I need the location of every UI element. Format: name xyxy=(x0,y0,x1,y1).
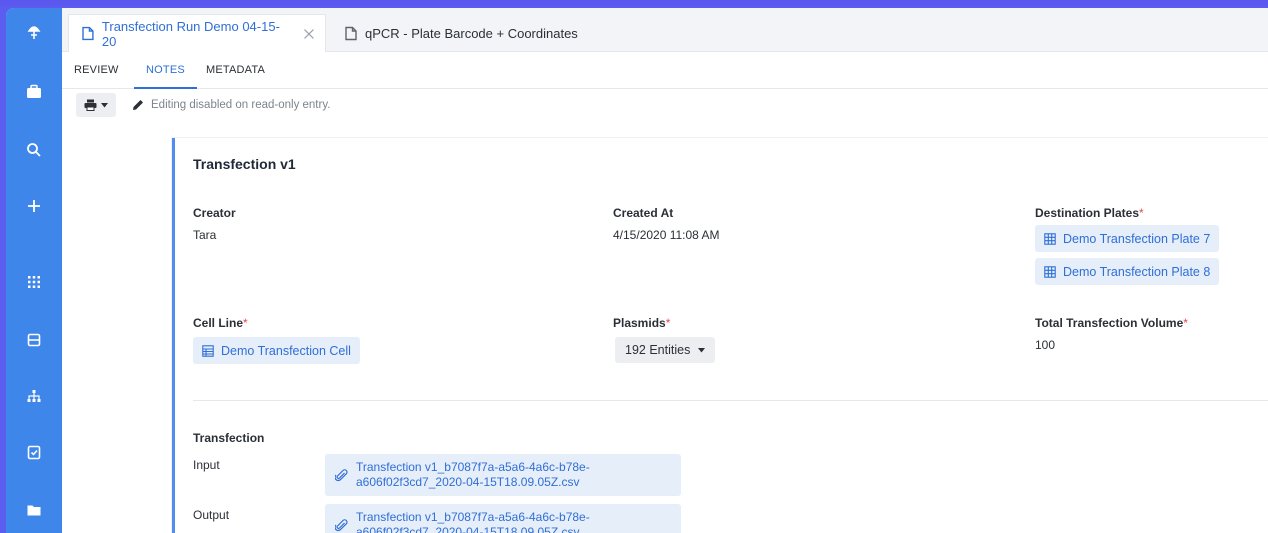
inbox-icon[interactable] xyxy=(20,326,48,354)
transfection-heading: Transfection xyxy=(193,431,265,445)
tab-qpcr-plate-barcode[interactable]: qPCR - Plate Barcode + Coordinates xyxy=(332,14,612,52)
notes-content: Transfection v1 Creator Tara Created At … xyxy=(62,124,1268,533)
input-file-name: Transfection v1_b7087f7a-a5a6-4a6c-b78e-… xyxy=(356,460,590,490)
hierarchy-icon[interactable] xyxy=(20,382,48,410)
destination-plate-chip[interactable]: Demo Transfection Plate 7 xyxy=(1035,225,1220,252)
plasmids-dropdown[interactable]: 192 Entities xyxy=(615,337,716,363)
plate-grid-icon xyxy=(1044,232,1056,245)
chevron-down-icon xyxy=(698,347,706,352)
cell-line-name: Demo Transfection Cell xyxy=(221,343,351,358)
read-only-notice: Editing disabled on read-only entry. xyxy=(132,90,330,120)
output-file-name: Transfection v1_b7087f7a-a5a6-4a6c-b78e-… xyxy=(356,510,590,533)
main-panel: Transfection Run Demo 04-15-20 qPCR - Pl… xyxy=(62,8,1268,533)
section-divider xyxy=(193,400,1268,401)
created-at-value: 4/15/2020 11:08 AM xyxy=(613,228,720,242)
cell-line-chip[interactable]: Demo Transfection Cell xyxy=(193,337,360,364)
chevron-down-icon xyxy=(101,102,108,107)
app-window: Transfection Run Demo 04-15-20 qPCR - Pl… xyxy=(6,8,1268,533)
plate-grid-icon xyxy=(1044,265,1056,278)
entry-card: Transfection v1 Creator Tara Created At … xyxy=(172,138,1268,533)
document-icon xyxy=(82,26,94,41)
plasmids-label: Plasmids* xyxy=(613,316,671,330)
created-at-label: Created At xyxy=(613,206,674,220)
total-volume-label: Total Transfection Volume* xyxy=(1035,316,1188,330)
sidebar xyxy=(6,8,62,533)
tab-label: qPCR - Plate Barcode + Coordinates xyxy=(365,25,578,41)
toolbar: Editing disabled on read-only entry. xyxy=(62,90,1268,124)
input-file-attachment[interactable]: Transfection v1_b7087f7a-a5a6-4a6c-b78e-… xyxy=(325,454,681,496)
apps-grid-icon[interactable] xyxy=(20,268,48,296)
print-button[interactable] xyxy=(76,93,116,117)
file-name-line: Transfection v1_b7087f7a-a5a6-4a6c-b78e- xyxy=(356,460,590,474)
tab-metadata[interactable]: METADATA xyxy=(206,52,265,89)
output-file-attachment[interactable]: Transfection v1_b7087f7a-a5a6-4a6c-b78e-… xyxy=(325,504,681,533)
window-backdrop xyxy=(0,0,1268,6)
document-icon xyxy=(345,26,357,40)
file-name-line: a606f02f3cd7_2020-04-15T18.09.05Z.csv xyxy=(356,475,580,489)
creator-label: Creator xyxy=(193,206,236,220)
paperclip-icon xyxy=(335,468,348,481)
file-name-line: a606f02f3cd7_2020-04-15T18.09.05Z.csv xyxy=(356,525,580,533)
tab-label: Transfection Run Demo 04-15-20 xyxy=(101,18,280,49)
destination-plate-chip[interactable]: Demo Transfection Plate 8 xyxy=(1035,258,1220,285)
briefcase-icon[interactable] xyxy=(20,78,48,106)
entity-icon xyxy=(202,344,214,357)
tab-notes[interactable]: NOTES xyxy=(134,52,197,89)
entry-title: Transfection v1 xyxy=(193,156,296,172)
logo-icon[interactable] xyxy=(20,18,48,46)
creator-value: Tara xyxy=(193,228,217,242)
output-label: Output xyxy=(193,508,230,522)
plus-icon[interactable] xyxy=(20,192,48,220)
file-name-line: Transfection v1_b7087f7a-a5a6-4a6c-b78e- xyxy=(356,510,590,524)
total-volume-value: 100 xyxy=(1035,338,1056,352)
paperclip-icon xyxy=(335,518,348,531)
cell-line-label: Cell Line* xyxy=(193,316,248,330)
close-icon[interactable] xyxy=(303,28,315,40)
tab-review[interactable]: REVIEW xyxy=(74,52,119,89)
destination-plate-name: Demo Transfection Plate 8 xyxy=(1063,264,1211,279)
search-icon[interactable] xyxy=(20,136,48,164)
destination-plates-label: Destination Plates* xyxy=(1035,206,1144,220)
printer-icon xyxy=(84,99,97,111)
input-label: Input xyxy=(193,458,220,472)
destination-plate-name: Demo Transfection Plate 7 xyxy=(1063,231,1211,246)
read-only-text: Editing disabled on read-only entry. xyxy=(151,99,331,111)
clipboard-check-icon[interactable] xyxy=(20,438,48,466)
folder-icon[interactable] xyxy=(20,496,48,524)
tab-transfection-run[interactable]: Transfection Run Demo 04-15-20 xyxy=(68,14,326,52)
view-tabs: REVIEW NOTES METADATA xyxy=(62,52,1268,89)
pencil-icon xyxy=(133,100,143,110)
plasmids-count: 192 Entities xyxy=(625,343,691,357)
document-tab-bar: Transfection Run Demo 04-15-20 qPCR - Pl… xyxy=(62,8,1268,52)
